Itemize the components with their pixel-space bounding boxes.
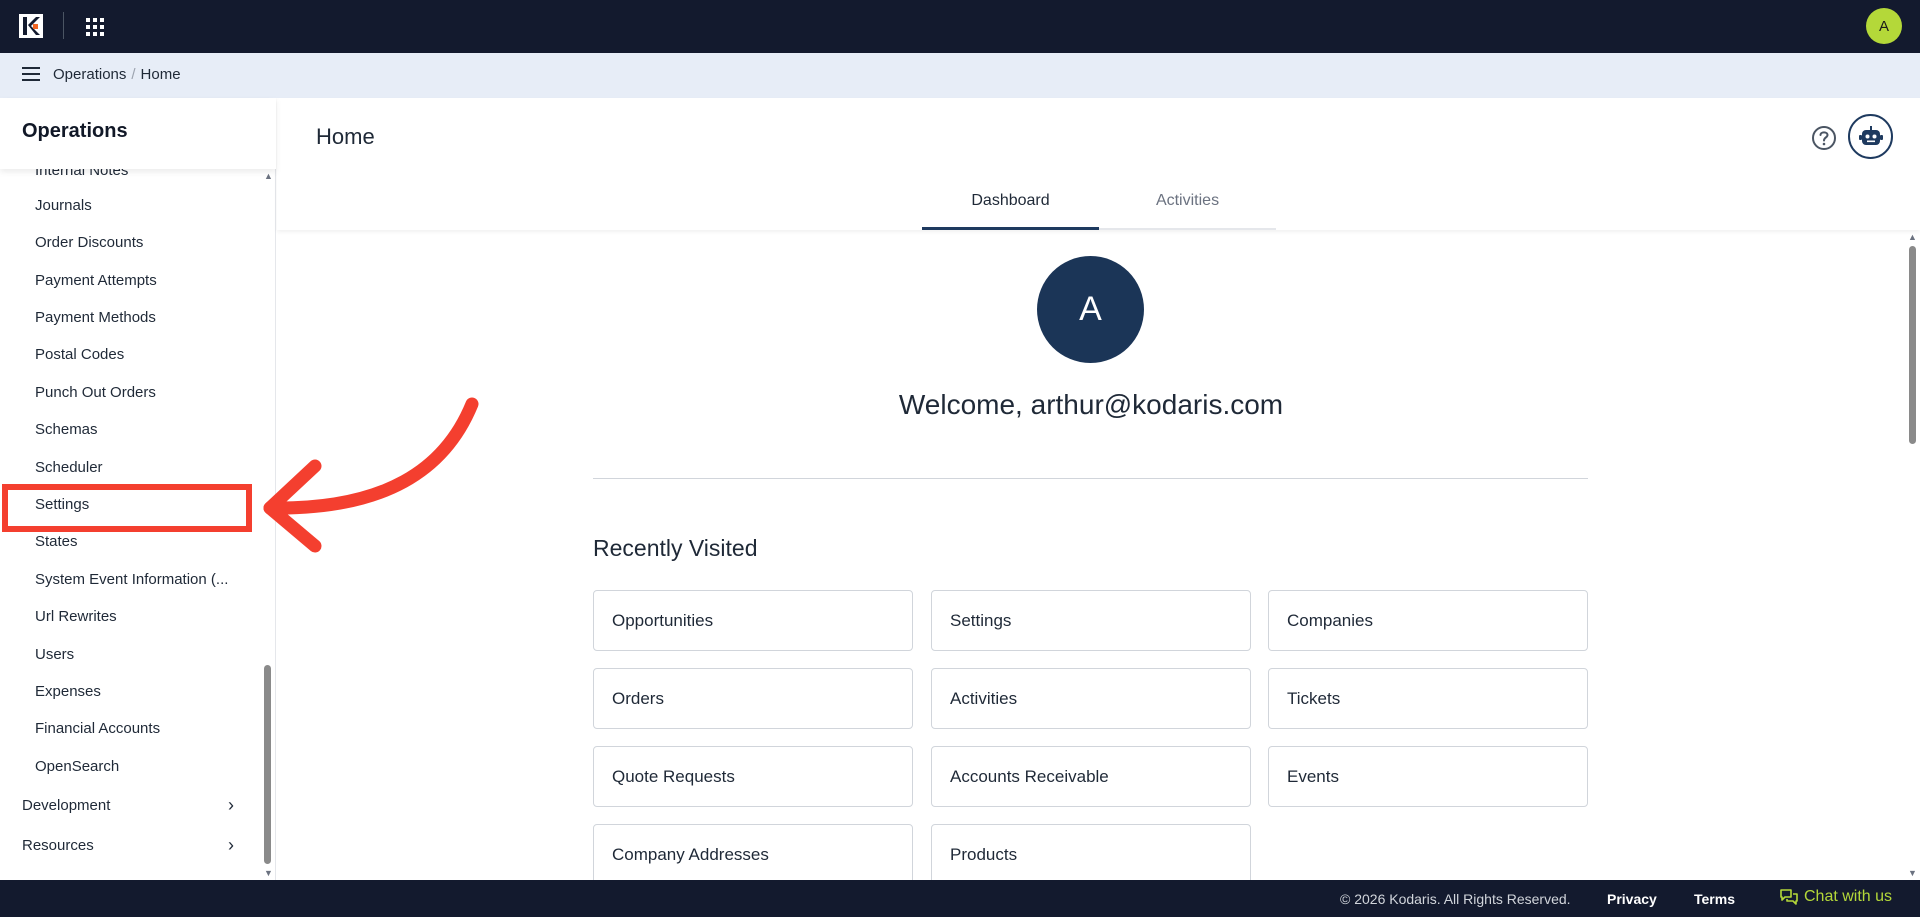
sidebar-item-url-rewrites[interactable]: Url Rewrites [35,608,117,625]
recent-card-company-addresses[interactable]: Company Addresses [593,824,913,880]
help-icon[interactable] [1811,125,1837,151]
main-scrollbar[interactable]: ▲ ▼ [1906,232,1918,878]
footer: © 2026 Kodaris. All Rights Reserved. Pri… [0,880,1920,917]
annotation-highlight-box [2,484,252,532]
recent-card-accounts-receivable[interactable]: Accounts Receivable [931,746,1251,807]
recent-card-orders[interactable]: Orders [593,668,913,729]
sidebar-scroll-thumb[interactable] [264,665,271,864]
welcome-message: Welcome, arthur@kodaris.com [898,389,1284,420]
recent-card-tickets[interactable]: Tickets [1268,668,1588,729]
tab-activities[interactable]: Activities [1099,182,1276,230]
breadcrumb-separator: / [131,66,136,83]
breadcrumb-item-home: Home [140,66,181,83]
scroll-up-arrow-icon[interactable]: ▲ [264,171,273,181]
sidebar-item-expenses[interactable]: Expenses [35,683,101,700]
top-bar: A [0,0,1920,53]
user-avatar[interactable]: A [1866,8,1902,44]
sidebar-item-financial-accounts[interactable]: Financial Accounts [35,720,160,737]
sidebar-group-development[interactable]: Development › [22,795,234,815]
sidebar-header: Operations [0,98,276,169]
dashboard-content: A Welcome, arthur@kodaris.com Recently V… [277,230,1905,880]
sidebar-title: Operations [22,120,128,142]
sidebar-group-resources[interactable]: Resources › [22,835,234,855]
breadcrumb-bar: Operations / Home [0,53,1920,98]
sidebar-item-punch-out-orders[interactable]: Punch Out Orders [35,384,156,401]
sidebar-item-states[interactable]: States [35,533,78,550]
tab-bar: Dashboard Activities [922,182,1276,230]
section-divider [593,478,1588,479]
main-header: Home Dashboard Activities [277,98,1920,230]
privacy-link[interactable]: Privacy [1607,891,1657,907]
scroll-down-arrow-icon[interactable]: ▼ [264,868,273,878]
profile-avatar: A [1037,256,1144,363]
recent-card-activities[interactable]: Activities [931,668,1251,729]
breadcrumb-item-operations[interactable]: Operations [53,66,126,83]
chat-button[interactable]: Chat with us [1780,888,1892,906]
recent-card-settings[interactable]: Settings [931,590,1251,651]
robot-icon [1858,125,1883,145]
chat-bubbles-icon [1780,889,1798,905]
main-panel: Home Dashboard Activities A Welcome, art… [277,98,1920,880]
sidebar-item-scheduler[interactable]: Scheduler [35,459,103,476]
sidebar-item-users[interactable]: Users [35,646,74,663]
recent-card-companies[interactable]: Companies [1268,590,1588,651]
sidebar-item-payment-attempts[interactable]: Payment Attempts [35,272,157,289]
sidebar-item-order-discounts[interactable]: Order Discounts [35,234,143,251]
ai-assistant-button[interactable] [1848,114,1893,159]
apps-grid-icon[interactable] [85,17,105,37]
sidebar-item-schemas[interactable]: Schemas [35,421,98,438]
sidebar-item-postal-codes[interactable]: Postal Codes [35,346,124,363]
main-scroll-thumb[interactable] [1909,246,1916,444]
recent-card-events[interactable]: Events [1268,746,1588,807]
scroll-up-arrow-icon[interactable]: ▲ [1908,232,1917,242]
sidebar-item-opensearch[interactable]: OpenSearch [35,758,119,775]
recent-card-products[interactable]: Products [931,824,1251,880]
terms-link[interactable]: Terms [1694,891,1735,907]
sidebar-item-system-event-information[interactable]: System Event Information (... [35,571,228,588]
chevron-right-icon: › [228,795,234,815]
annotation-arrow-icon [263,397,479,553]
sidebar-item-journals[interactable]: Journals [35,197,92,214]
recently-visited-title: Recently Visited [593,535,758,561]
sidebar-item-internal-notes[interactable]: Internal Notes [35,169,128,179]
breadcrumb: Operations / Home [53,66,181,83]
topbar-divider [63,12,64,39]
copyright-text: © 2026 Kodaris. All Rights Reserved. [1340,891,1571,907]
tab-dashboard[interactable]: Dashboard [922,182,1099,230]
page-title: Home [316,124,375,149]
sidebar-group-label: Development [22,797,111,814]
kodaris-logo-icon[interactable] [19,14,43,38]
recent-card-opportunities[interactable]: Opportunities [593,590,913,651]
chat-label: Chat with us [1804,888,1893,905]
chevron-right-icon: › [228,835,234,855]
sidebar-group-label: Resources [22,837,94,854]
scroll-down-arrow-icon[interactable]: ▼ [1908,868,1917,878]
sidebar-item-payment-methods[interactable]: Payment Methods [35,309,156,326]
recent-card-quote-requests[interactable]: Quote Requests [593,746,913,807]
hamburger-menu-icon[interactable] [22,67,40,83]
